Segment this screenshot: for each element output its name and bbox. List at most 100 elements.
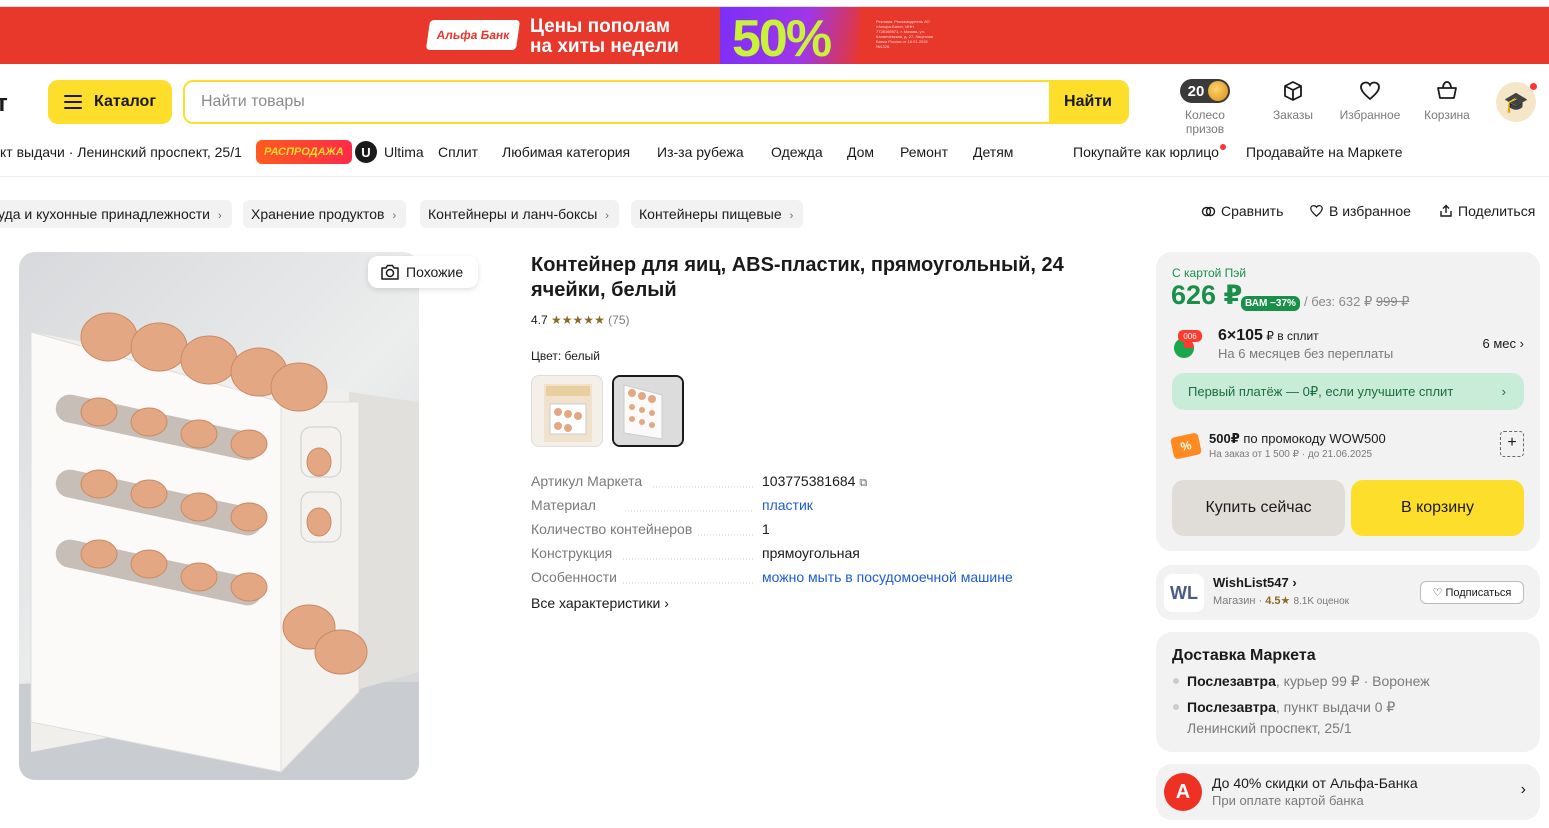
nav-item-ultima[interactable]: Ultima bbox=[384, 144, 424, 160]
coin-icon bbox=[1208, 81, 1229, 101]
spec-row-features: Особенности можно мыть в посудомоечной м… bbox=[531, 569, 1131, 589]
split-main: 6×105 ₽ в сплит bbox=[1218, 327, 1319, 345]
promo-text: по промокоду WOW500 bbox=[1239, 431, 1386, 446]
spec-row-material: Материал пластик bbox=[531, 497, 1131, 517]
promo-amount: 500₽ bbox=[1209, 431, 1240, 446]
spec-value-link[interactable]: пластик bbox=[762, 497, 813, 513]
catalog-button[interactable]: Каталог bbox=[48, 80, 172, 124]
nav-item-clothes[interactable]: Одежда bbox=[771, 144, 823, 160]
copy-icon[interactable]: ⧉ bbox=[859, 477, 867, 489]
shop-type: Магазин · bbox=[1213, 595, 1266, 607]
subscribe-button[interactable]: ♡ Подписаться bbox=[1420, 581, 1524, 604]
pickup-point[interactable]: кт выдачи · Ленинский проспект, 25/1 bbox=[0, 144, 242, 160]
spec-value-link[interactable]: можно мыть в посудомоечной машине bbox=[762, 569, 1013, 585]
chevron-right-icon: › bbox=[1292, 575, 1297, 590]
color-variant-thumb[interactable] bbox=[531, 375, 603, 447]
breadcrumb-food-containers[interactable]: Контейнеры пищевые › bbox=[631, 200, 804, 228]
split-subtitle: На 6 месяцев без переплаты bbox=[1218, 346, 1394, 361]
favorites-button[interactable]: Избранное bbox=[1330, 78, 1410, 122]
breadcrumb-food-storage[interactable]: Хранение продуктов › bbox=[243, 200, 407, 228]
split-offer[interactable]: 006 6×105 ₽ в сплит На 6 месяцев без пер… bbox=[1172, 326, 1524, 366]
percent-tag-icon: % bbox=[1170, 432, 1202, 460]
product-photo[interactable] bbox=[19, 252, 419, 780]
split-upgrade-button[interactable]: Первый платёж — 0₽, если улучшите сплит › bbox=[1172, 373, 1524, 410]
nav-item-split[interactable]: Сплит bbox=[438, 144, 478, 160]
price-without-card: / без: 632 ₽ 999 ₽ bbox=[1304, 294, 1409, 310]
spec-key: Количество контейнеров bbox=[531, 521, 697, 537]
compare-label: Сравнить bbox=[1221, 203, 1284, 219]
color-label: Цвет: белый bbox=[531, 349, 600, 363]
shop-name-link[interactable]: WishList547 › bbox=[1213, 575, 1297, 590]
nav-item-b2b[interactable]: Покупайте как юрлицо bbox=[1073, 144, 1226, 160]
search-input[interactable] bbox=[185, 82, 1051, 122]
cart-icon bbox=[1407, 78, 1487, 104]
variant-image-box bbox=[544, 384, 592, 442]
b2b-label: Покупайте как юрлицо bbox=[1073, 144, 1219, 160]
split-term-selector[interactable]: 6 мес › bbox=[1483, 336, 1524, 351]
breadcrumb-kitchenware[interactable]: уда и кухонные принадлежности › bbox=[0, 200, 232, 228]
delivery-date: Послезавтра bbox=[1187, 673, 1276, 689]
spec-key: Артикул Маркета bbox=[531, 473, 647, 489]
nav-item-abroad[interactable]: Из-за рубежа bbox=[657, 144, 744, 160]
nav-item-favorite-category[interactable]: Любимая категория bbox=[502, 144, 630, 160]
star-icon: ★ bbox=[1280, 595, 1291, 607]
share-button[interactable]: Поделиться bbox=[1439, 203, 1535, 219]
delivery-courier-details: , курьер 99 ₽ · Воронеж bbox=[1275, 673, 1430, 689]
pickup-address: Ленинский проспект, 25/1 bbox=[1187, 720, 1352, 736]
compare-icon bbox=[1201, 206, 1216, 216]
chevron-right-icon: › bbox=[218, 210, 222, 222]
menu-icon bbox=[64, 95, 82, 109]
heart-icon bbox=[1330, 78, 1410, 104]
spec-value: прямоугольная bbox=[762, 545, 860, 561]
svg-text:006: 006 bbox=[1183, 332, 1197, 341]
site-logo[interactable]: т bbox=[0, 90, 8, 118]
alfa-bank-promo[interactable]: А До 40% скидки от Альфа-Банка При оплат… bbox=[1156, 764, 1540, 820]
spec-row-construction: Конструкция прямоугольная bbox=[531, 545, 1131, 565]
nav-row: кт выдачи · Ленинский проспект, 25/1 РАС… bbox=[0, 140, 1549, 164]
bullet-dot bbox=[1173, 678, 1179, 684]
nav-item-sell[interactable]: Продавайте на Маркете bbox=[1246, 144, 1403, 160]
search-button[interactable]: Найти bbox=[1049, 82, 1127, 122]
breadcrumb-containers-lunchboxes[interactable]: Контейнеры и ланч-боксы › bbox=[420, 200, 619, 228]
banner-fifty-percent: 50% bbox=[720, 7, 860, 64]
buy-now-button[interactable]: Купить сейчас bbox=[1172, 480, 1345, 536]
prize-wheel-button[interactable]: 20 Колесо призов bbox=[1165, 78, 1245, 136]
chevron-right-icon: › bbox=[1501, 384, 1506, 399]
chevron-right-icon: › bbox=[605, 210, 609, 222]
spec-key: Конструкция bbox=[531, 545, 617, 561]
sale-badge[interactable]: РАСПРОДАЖА bbox=[256, 140, 352, 164]
promo-banner[interactable]: Альфа Банк Цены пополам на хиты недели 5… bbox=[0, 7, 1549, 64]
cart-button[interactable]: Корзина bbox=[1407, 78, 1487, 122]
breadcrumb-label: уда и кухонные принадлежности bbox=[0, 206, 210, 222]
shop-rating: 4.5 bbox=[1265, 595, 1281, 607]
similar-button[interactable]: Похожие bbox=[368, 256, 478, 288]
nav-item-repair[interactable]: Ремонт bbox=[900, 144, 948, 160]
nav-item-kids[interactable]: Детям bbox=[973, 144, 1013, 160]
share-icon bbox=[1440, 204, 1452, 217]
banner-line-1: Цены пополам bbox=[530, 16, 671, 37]
add-to-favorites-button[interactable]: В избранное bbox=[1309, 203, 1411, 219]
compare-button[interactable]: Сравнить bbox=[1201, 203, 1283, 219]
price: 626 ₽ bbox=[1171, 280, 1243, 310]
product-rating[interactable]: 4.7 ★★★★★ (75) bbox=[531, 313, 630, 327]
shop-card: WL WishList547 › Магазин · 4.5★ 8.1K оце… bbox=[1156, 565, 1540, 620]
breadcrumb-label: Контейнеры пищевые bbox=[639, 206, 782, 222]
add-to-cart-button[interactable]: В корзину bbox=[1351, 480, 1524, 536]
heart-icon bbox=[1310, 204, 1323, 217]
discount-badge: ВАМ −37% bbox=[1241, 296, 1300, 311]
apply-promo-icon[interactable]: + bbox=[1500, 431, 1524, 457]
bullet-dot bbox=[1173, 704, 1179, 710]
orders-button[interactable]: Заказы bbox=[1253, 78, 1333, 122]
all-specs-link[interactable]: Все характеристики › bbox=[531, 595, 669, 611]
shop-logo[interactable]: WL bbox=[1164, 574, 1204, 612]
nav-item-home[interactable]: Дом bbox=[847, 144, 874, 160]
shop-ratings-count: 8.1K оценок bbox=[1293, 596, 1349, 607]
heart-icon: ♡ bbox=[1432, 587, 1443, 599]
color-variant-thumb-selected[interactable] bbox=[612, 375, 684, 447]
all-specs-label: Все характеристики bbox=[531, 595, 661, 611]
split-icon: 006 bbox=[1174, 330, 1202, 358]
top-strip bbox=[0, 0, 1549, 7]
spec-value: 103775381684 ⧉ bbox=[762, 473, 867, 490]
banner-percent: 50% bbox=[732, 10, 832, 64]
stars-icon: ★★★★★ bbox=[551, 313, 605, 327]
